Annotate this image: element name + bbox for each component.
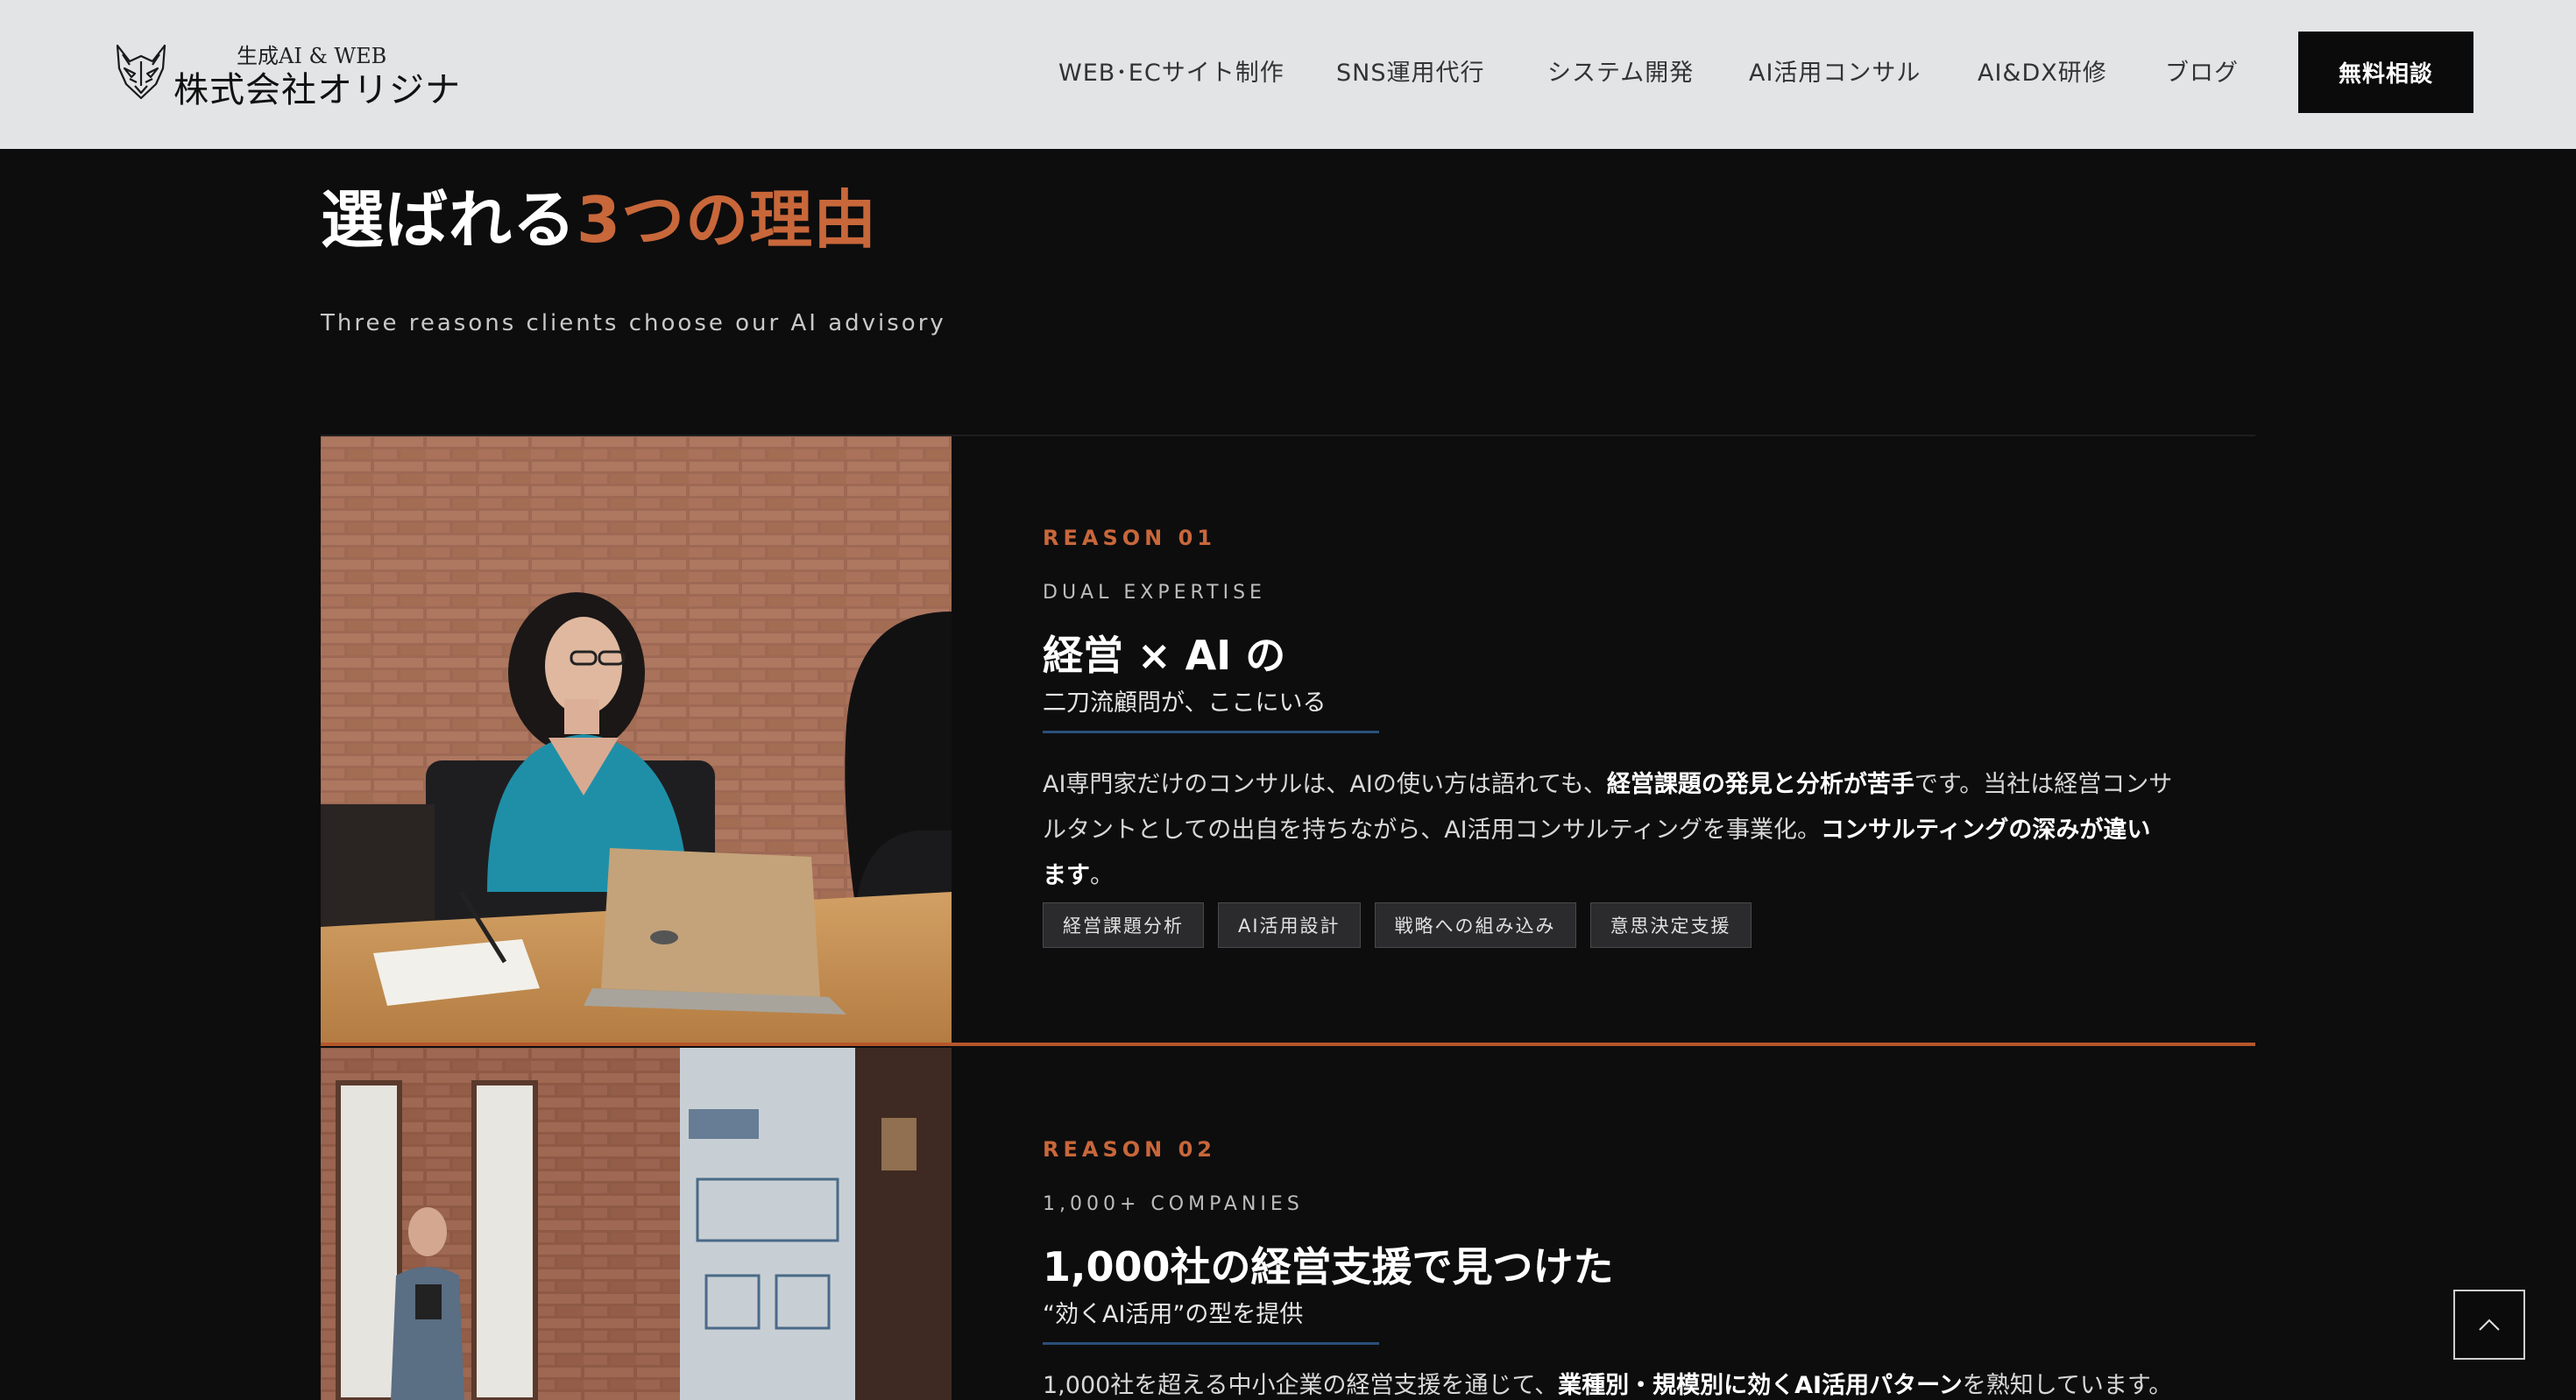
nav-item-web-ec[interactable]: WEB･ECサイト制作	[1058, 54, 1284, 93]
nav-item-ai-dx-training[interactable]: AI&DX研修	[1978, 54, 2107, 93]
reason-1-description: AI専門家だけのコンサルは、AIの使い方は語れても、経営課題の発見と分析が苦手で…	[1043, 762, 2173, 899]
reason-1-subtitle: 二刀流顧問が、ここにいる	[1043, 689, 1327, 717]
reason-card-2: REASON 02 1,000+ COMPANIES 1,000社の経営支援で見…	[321, 1048, 2255, 1400]
reason-divider	[321, 1043, 2255, 1046]
reason-2-title: 1,000社の経営支援で見つけた	[1043, 1243, 1614, 1290]
tag-item: 経営課題分析	[1043, 902, 1204, 948]
reason-1-desc-bold-1: 経営課題の発見と分析が苦手	[1606, 771, 1914, 798]
nav-item-system[interactable]: システム開発	[1547, 54, 1694, 93]
reason-1-underline	[1043, 731, 1379, 733]
logo[interactable]: 生成AI & WEB 株式会社オリジナ	[114, 39, 460, 110]
reason-1-title: 経営 × AI の	[1043, 632, 1286, 679]
reason-1-desc-text-3: 。	[1090, 862, 1114, 889]
tag-item: 戦略への組み込み	[1374, 902, 1576, 948]
fox-icon	[116, 44, 166, 100]
section-title-main: 選ばれる	[321, 183, 577, 257]
back-to-top-button[interactable]	[2453, 1290, 2525, 1360]
logo-company-name: 株式会社オリジナ	[173, 70, 461, 110]
free-consultation-button[interactable]: 無料相談	[2298, 32, 2473, 113]
reason-2-subtitle: “効くAI活用”の型を提供	[1043, 1301, 1304, 1328]
nav-item-ai-consulting[interactable]: AI活用コンサル	[1749, 54, 1921, 93]
section-title-accent: 3つの理由	[577, 183, 878, 257]
reason-2-body: REASON 02 1,000+ COMPANIES 1,000社の経営支援で見…	[1043, 1048, 2182, 1400]
reason-2-label: REASON 02	[1043, 1137, 1216, 1162]
reason-1-label: REASON 01	[1043, 526, 1216, 550]
reason-card-1: REASON 01 DUAL EXPERTISE 経営 × AI の 二刀流顧問…	[321, 436, 2255, 1043]
presentation-photo	[321, 1048, 952, 1400]
chevron-up-icon	[2479, 1319, 2500, 1331]
site-header: 生成AI & WEB 株式会社オリジナ WEB･ECサイト制作 SNS運用代行 …	[0, 0, 2576, 149]
reason-1-eyebrow: DUAL EXPERTISE	[1043, 582, 1266, 604]
nav-item-blog[interactable]: ブログ	[2165, 54, 2239, 93]
reason-2-desc-bold-1: 業種別・規模別に効くAI活用パターン	[1558, 1372, 1963, 1399]
reason-2-underline	[1043, 1342, 1379, 1345]
reason-1-body: REASON 01 DUAL EXPERTISE 経営 × AI の 二刀流顧問…	[1043, 436, 2182, 1043]
section-title: 選ばれる3つの理由	[321, 180, 877, 259]
reason-1-desc-text-1: AI専門家だけのコンサルは、AIの使い方は語れても、	[1043, 771, 1607, 798]
reason-2-desc-text-1: 1,000社を超える中小企業の経営支援を通じて、	[1043, 1372, 1559, 1399]
reason-2-eyebrow: 1,000+ COMPANIES	[1043, 1193, 1304, 1215]
meeting-photo	[321, 436, 952, 1043]
reason-2-desc-text-2: を熟知しています。「とりあ	[1962, 1372, 2173, 1399]
tag-item: AI活用設計	[1218, 902, 1361, 948]
tag-item: 意思決定支援	[1589, 902, 1752, 948]
nav-item-sns[interactable]: SNS運用代行	[1336, 54, 1484, 93]
section-subtitle: Three reasons clients choose our AI advi…	[321, 310, 946, 336]
reason-2-description: 1,000社を超える中小企業の経営支援を通じて、業種別・規模別に効くAI活用パタ…	[1043, 1372, 2173, 1400]
reason-1-tags: 経営課題分析 AI活用設計 戦略への組み込み 意思決定支援	[1043, 902, 1752, 948]
